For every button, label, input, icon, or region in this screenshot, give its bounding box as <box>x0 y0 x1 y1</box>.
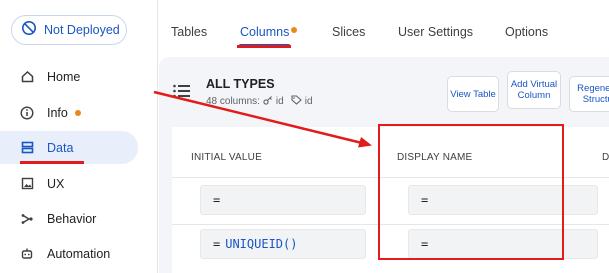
sidebar-item-label: UX <box>47 176 65 191</box>
sidebar-item-label: Info <box>47 105 68 120</box>
list-icon[interactable] <box>173 84 191 103</box>
formula-equals: = <box>213 237 221 251</box>
header-initial-value: INITIAL VALUE <box>191 152 262 163</box>
initial-value-input[interactable]: = <box>200 185 366 215</box>
initial-value-input[interactable]: = UNIQUEID() <box>200 229 366 259</box>
header-next-column: D <box>602 152 609 163</box>
formula-equals: = <box>213 193 221 207</box>
view-table-button[interactable]: View Table <box>447 76 499 112</box>
sidebar-item-automation[interactable]: Automation <box>0 237 138 270</box>
annotation-highlight-box <box>378 124 564 260</box>
top-tab-bar: Tables Columns Slices User Settings Opti… <box>158 0 609 60</box>
app-window: Not Deployed Home Info Data UX Behavior … <box>0 0 609 273</box>
key-icon <box>263 95 273 108</box>
deploy-status-button[interactable]: Not Deployed <box>11 15 127 45</box>
column-count: 48 columns: <box>206 96 260 107</box>
tab-slices[interactable]: Slices <box>332 25 365 39</box>
home-icon <box>20 70 34 84</box>
sidebar-item-label: Behavior <box>47 211 97 226</box>
sidebar: Not Deployed Home Info Data UX Behavior … <box>0 0 158 273</box>
sidebar-item-home[interactable]: Home <box>0 60 138 93</box>
sidebar-item-label: Automation <box>47 246 111 261</box>
sidebar-item-label: Data <box>47 140 74 155</box>
formula-text: UNIQUEID() <box>225 237 298 251</box>
sidebar-item-label: Home <box>47 69 81 84</box>
tab-options[interactable]: Options <box>505 25 548 39</box>
automation-icon <box>20 247 34 261</box>
tab-tables[interactable]: Tables <box>171 25 207 39</box>
deploy-status-label: Not Deployed <box>44 23 120 37</box>
table-title: ALL TYPES <box>206 77 275 91</box>
behavior-icon <box>20 212 34 226</box>
not-deployed-icon <box>21 20 37 41</box>
info-icon <box>20 105 34 120</box>
sidebar-item-behavior[interactable]: Behavior <box>0 202 138 235</box>
data-icon <box>20 141 34 155</box>
add-virtual-column-button[interactable]: Add Virtual Column <box>507 71 561 109</box>
sidebar-item-ux[interactable]: UX <box>0 167 138 200</box>
key-column: id <box>275 96 284 107</box>
label-column: id <box>304 96 313 107</box>
columns-badge-dot <box>291 27 297 33</box>
regenerate-structure-button[interactable]: Regenerate Structure <box>569 76 609 112</box>
annotation-underline-columns <box>237 45 291 48</box>
tab-columns[interactable]: Columns <box>240 25 289 39</box>
annotation-underline-data <box>20 161 84 164</box>
label-tag-icon <box>291 95 302 108</box>
image-icon <box>20 177 34 191</box>
sidebar-item-info[interactable]: Info <box>0 96 138 129</box>
tab-user-settings[interactable]: User Settings <box>398 25 473 39</box>
table-meta: 48 columns: id id <box>206 95 313 108</box>
info-badge-dot <box>74 109 81 116</box>
sidebar-item-data[interactable]: Data <box>0 131 138 164</box>
